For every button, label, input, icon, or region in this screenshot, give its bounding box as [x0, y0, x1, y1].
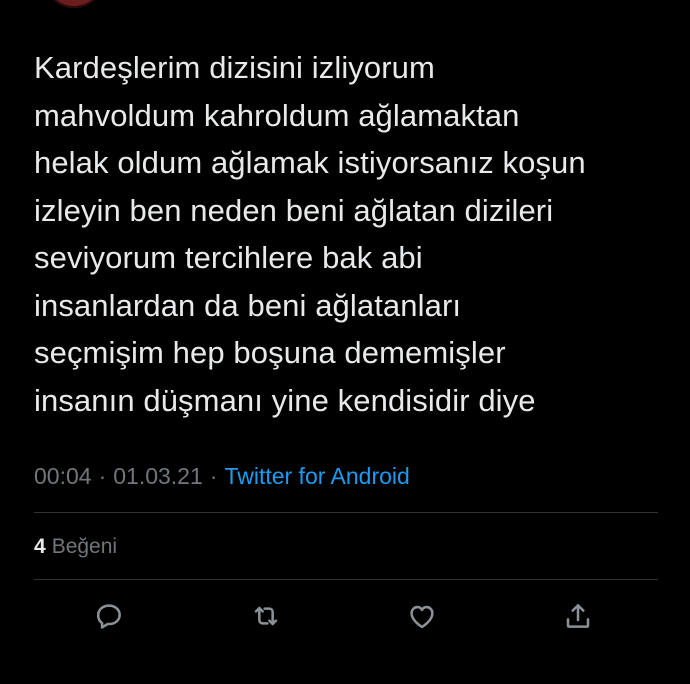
tweet-source-link[interactable]: Twitter for Android: [224, 463, 409, 489]
divider: [34, 512, 658, 513]
tweet-action-bar: [0, 596, 690, 636]
reply-icon: [96, 604, 121, 629]
tweet-text-line: insanın düşmanı yine kendisidir diye: [34, 382, 536, 418]
share-icon: [566, 604, 590, 628]
tweet-text-line: Kardeşlerim dizisini izliyorum: [34, 50, 435, 85]
tweet-text-line: seçmişim hep boşuna dememişler: [34, 335, 506, 370]
likes-stat[interactable]: 4 Beğeni: [34, 532, 117, 562]
meta-separator: ·: [209, 463, 218, 489]
tweet-text-line: insanlardan da beni ağlatanları: [34, 287, 462, 323]
meta-separator: ·: [98, 463, 107, 489]
tweet-time[interactable]: 00:04: [34, 463, 92, 489]
retweet-button[interactable]: [246, 596, 286, 636]
likes-count: 4: [34, 535, 46, 558]
tweet-text-line: seviyorum tercihlere bak abi: [34, 240, 423, 275]
divider: [34, 579, 658, 580]
tweet-text-line: helak oldum ağlamak istiyorsanız koşun: [34, 145, 586, 180]
author-avatar[interactable]: [44, 0, 104, 8]
heart-icon: [410, 605, 434, 629]
likes-label: Beğeni: [51, 535, 118, 558]
share-button[interactable]: [558, 596, 598, 636]
like-button[interactable]: [402, 596, 442, 636]
reply-button[interactable]: [89, 596, 129, 636]
tweet-text: Kardeşlerim dizisini izliyorum mahvoldum…: [34, 44, 664, 424]
tweet-meta: 00:04 · 01.03.21 · Twitter for Android: [34, 460, 410, 492]
retweet-icon: [254, 606, 278, 626]
tweet-text-line: mahvoldum kahroldum ağlamaktan: [34, 97, 520, 133]
tweet-date[interactable]: 01.03.21: [113, 463, 203, 489]
tweet-text-line: izleyin ben neden beni ağlatan dizileri: [34, 192, 554, 228]
